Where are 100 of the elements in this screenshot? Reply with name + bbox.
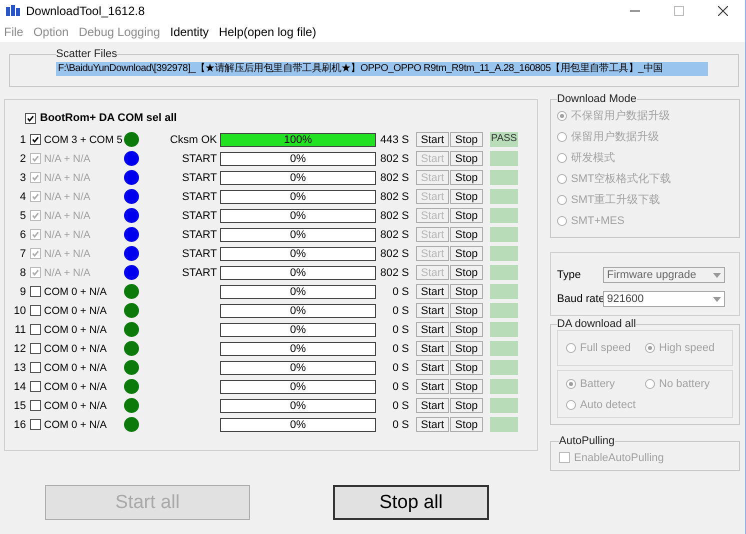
status-text: START xyxy=(182,210,217,222)
status-text: START xyxy=(182,172,217,184)
checkbox[interactable] xyxy=(30,324,41,335)
group-title: Download Mode xyxy=(557,93,636,105)
progress-text: 0% xyxy=(289,172,307,184)
start-button[interactable]: Start xyxy=(416,303,449,318)
scatter-path-field[interactable]: F:\BaiduYunDownload\[392978]_【★请解压后用包里自带工具刷机★】OPPO_OPPO R9tm_R9tm_11_A.28_160805【用包里自带工具】_中国 xyxy=(56,62,708,76)
port-label: N/A + N/A xyxy=(44,228,92,240)
stop-button[interactable]: Stop xyxy=(450,417,483,432)
radio-button[interactable] xyxy=(557,174,567,184)
start-button[interactable]: Start xyxy=(416,417,449,432)
port-label: COM 0 + N/A xyxy=(44,286,108,298)
result-indicator xyxy=(490,341,518,356)
radio-label: No battery xyxy=(659,378,710,390)
stop-button[interactable]: Stop xyxy=(450,303,483,318)
result-indicator xyxy=(490,303,518,318)
stop-all-button[interactable]: Stop all xyxy=(333,485,489,520)
maximize-icon[interactable] xyxy=(674,6,684,16)
progress-text: 0% xyxy=(289,324,307,336)
stop-button[interactable]: Stop xyxy=(450,398,483,413)
stop-button[interactable]: Stop xyxy=(450,341,483,356)
dropdown-arrow-icon xyxy=(713,296,721,302)
port-label: N/A + N/A xyxy=(44,248,92,260)
row-number: 6 xyxy=(18,228,26,240)
port-label: COM 0 + N/A xyxy=(44,304,108,316)
start-button[interactable]: Start xyxy=(416,284,449,299)
row-number: 2 xyxy=(18,152,26,164)
progress-text: 0% xyxy=(289,210,307,222)
group-title: AutoPulling xyxy=(559,435,615,447)
start-button[interactable]: Start xyxy=(416,360,449,375)
stop-button[interactable]: Stop xyxy=(450,189,483,204)
stop-button[interactable]: Stop xyxy=(450,170,483,185)
menu-item[interactable]: Help(open log file) xyxy=(218,25,316,39)
start-button[interactable]: Start xyxy=(416,398,449,413)
checkbox[interactable] xyxy=(30,362,41,373)
radio-button[interactable] xyxy=(566,400,576,410)
stop-button[interactable]: Stop xyxy=(450,322,483,337)
stop-button[interactable]: Stop xyxy=(450,208,483,223)
stop-button[interactable]: Stop xyxy=(450,360,483,375)
checkbox[interactable] xyxy=(30,400,41,411)
port-label: N/A + N/A xyxy=(44,210,92,222)
stop-button[interactable]: Stop xyxy=(450,151,483,166)
result-indicator xyxy=(490,379,518,394)
radio-label: Battery xyxy=(580,378,615,390)
elapsed-time: 0 S xyxy=(392,342,409,354)
elapsed-time: 443 S xyxy=(380,134,409,146)
start-button[interactable]: Start xyxy=(416,322,449,337)
radio-label: SMT重工升级下载 xyxy=(571,193,660,207)
start-button[interactable]: Start xyxy=(416,341,449,356)
radio-button[interactable] xyxy=(557,110,567,120)
close-icon[interactable] xyxy=(718,6,728,16)
port-label: COM 0 + N/A xyxy=(44,400,108,412)
stop-button[interactable]: Stop xyxy=(450,246,483,261)
start-button[interactable]: Start xyxy=(416,379,449,394)
progress-text: 0% xyxy=(289,362,307,374)
radio-button[interactable] xyxy=(557,216,567,226)
type-dropdown[interactable]: Firmware upgrade xyxy=(603,267,725,283)
elapsed-time: 0 S xyxy=(392,304,409,316)
stop-button[interactable]: Stop xyxy=(450,265,483,280)
radio-label: Full speed xyxy=(580,342,631,354)
progress-text: 0% xyxy=(289,286,307,298)
checkbox[interactable] xyxy=(30,305,41,316)
checkbox[interactable] xyxy=(25,112,36,124)
baud-rate-dropdown[interactable]: 921600 xyxy=(603,291,725,307)
radio-button[interactable] xyxy=(566,378,576,388)
checkbox[interactable] xyxy=(30,343,41,354)
checkbox[interactable] xyxy=(559,452,570,463)
progress-text: 0% xyxy=(289,400,307,412)
port-label: COM 0 + N/A xyxy=(44,418,108,430)
result-indicator xyxy=(490,360,518,375)
row-number: 9 xyxy=(18,286,26,298)
checkbox[interactable] xyxy=(30,286,41,297)
radio-button[interactable] xyxy=(557,152,567,162)
radio-button[interactable] xyxy=(645,378,655,388)
checkbox[interactable] xyxy=(30,419,41,430)
result-indicator xyxy=(490,398,518,413)
radio-button[interactable] xyxy=(645,343,655,353)
radio-button[interactable] xyxy=(566,343,576,353)
result-indicator xyxy=(490,208,518,223)
progress-text: 0% xyxy=(289,228,307,240)
result-indicator xyxy=(490,265,518,280)
stop-button[interactable]: Stop xyxy=(450,132,483,147)
radio-label: 保留用户数据升级 xyxy=(571,130,659,144)
progress-text: 0% xyxy=(289,152,307,164)
stop-button[interactable]: Stop xyxy=(450,284,483,299)
status-text: START xyxy=(182,190,217,202)
stop-button[interactable]: Stop xyxy=(450,379,483,394)
radio-button[interactable] xyxy=(557,194,567,204)
elapsed-time: 0 S xyxy=(392,400,409,412)
checkbox[interactable] xyxy=(30,134,41,145)
start-button[interactable]: Start xyxy=(416,132,449,147)
elapsed-time: 0 S xyxy=(392,286,409,298)
radio-label: 不保留用户数据升级 xyxy=(571,108,670,123)
type-label: Type xyxy=(557,269,582,281)
result-indicator: PASS xyxy=(490,132,518,147)
checkbox[interactable] xyxy=(30,381,41,392)
stop-button[interactable]: Stop xyxy=(450,227,483,242)
row-number: 11 xyxy=(14,324,26,336)
radio-button[interactable] xyxy=(557,132,567,142)
menu-item[interactable]: Identity xyxy=(170,25,209,39)
